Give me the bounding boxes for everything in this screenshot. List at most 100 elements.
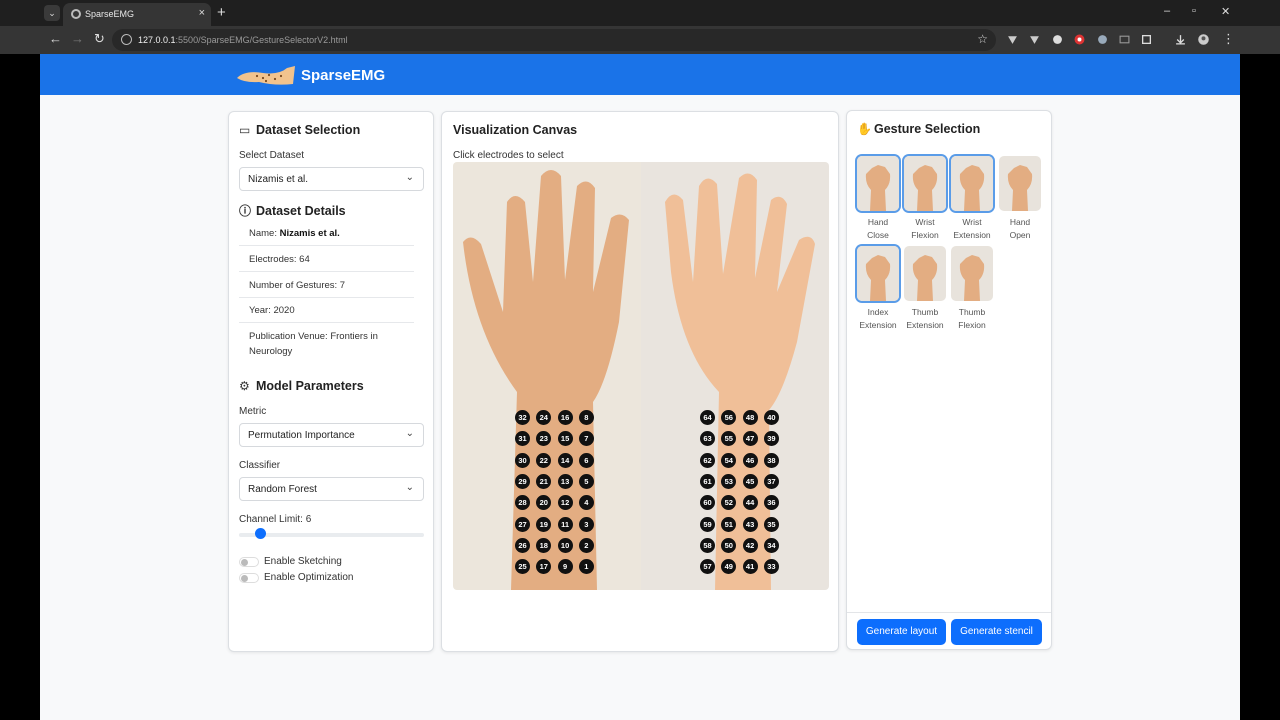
reload-icon[interactable]: ↻: [94, 32, 105, 46]
app-brand[interactable]: SparseEMG: [301, 67, 385, 84]
slider-thumb[interactable]: [255, 528, 266, 539]
gesture-thumb-flexion[interactable]: Thumb Flexion: [951, 246, 993, 330]
browser-tab[interactable]: SparseEMG ×: [63, 3, 211, 26]
electrode-18[interactable]: 18: [536, 537, 552, 553]
gesture-wrist-flexion[interactable]: Wrist Flexion: [904, 156, 946, 240]
electrode-13[interactable]: 13: [557, 473, 573, 489]
electrode-54[interactable]: 54: [721, 452, 737, 468]
electrode-8[interactable]: 8: [578, 410, 594, 425]
new-tab-button[interactable]: +: [217, 4, 226, 21]
extension-icon[interactable]: [1097, 34, 1108, 45]
gesture-thumb-extension[interactable]: Thumb Extension: [904, 246, 946, 330]
electrode-48[interactable]: 48: [742, 410, 758, 425]
menu-kebab-icon[interactable]: ⋮: [1222, 32, 1235, 46]
download-icon[interactable]: [1175, 34, 1186, 45]
profile-avatar-icon[interactable]: [1198, 34, 1209, 45]
electrode-10[interactable]: 10: [557, 537, 573, 553]
dataset-select[interactable]: Nizamis et al. ⌄: [239, 167, 424, 191]
gesture-label: Hand Open: [989, 216, 1051, 242]
gesture-wrist-extension[interactable]: Wrist Extension: [951, 156, 993, 240]
electrode-15[interactable]: 15: [557, 431, 573, 447]
gesture-thumbnail[interactable]: [857, 246, 899, 301]
gesture-hand-open[interactable]: Hand Open: [999, 156, 1041, 240]
electrode-30[interactable]: 30: [515, 452, 530, 468]
electrode-6[interactable]: 6: [578, 452, 594, 468]
gesture-thumbnail[interactable]: [951, 246, 993, 301]
gesture-thumbnail[interactable]: [857, 156, 899, 211]
electrode-47[interactable]: 47: [742, 431, 758, 447]
electrode-57[interactable]: 57: [700, 559, 715, 575]
electrode-58[interactable]: 58: [700, 537, 715, 553]
electrode-16[interactable]: 16: [557, 410, 573, 425]
electrode-5[interactable]: 5: [578, 473, 594, 489]
visualization-canvas[interactable]: 32 24 16 8 31 23 15 7 30 22 14 6 29 21 13 5 28 20 12 4 27 19 1…: [453, 162, 829, 590]
electrode-43[interactable]: 43: [742, 516, 758, 532]
generate-stencil-button[interactable]: Generate stencil: [951, 619, 1042, 645]
electrode-51[interactable]: 51: [721, 516, 737, 532]
electrode-35[interactable]: 35: [763, 516, 779, 532]
sketching-toggle[interactable]: [239, 557, 259, 567]
site-info-icon[interactable]: [121, 34, 132, 45]
electrode-22[interactable]: 22: [536, 452, 552, 468]
electrode-32[interactable]: 32: [515, 410, 530, 425]
extension-icon[interactable]: [1052, 34, 1063, 45]
extension-icon[interactable]: [1029, 34, 1040, 45]
electrode-41[interactable]: 41: [742, 559, 758, 575]
electrode-45[interactable]: 45: [742, 473, 758, 489]
electrode-50[interactable]: 50: [721, 537, 737, 553]
electrode-34[interactable]: 34: [763, 537, 779, 553]
electrode-42[interactable]: 42: [742, 537, 758, 553]
electrode-36[interactable]: 36: [763, 495, 779, 511]
extension-icon[interactable]: [1074, 34, 1085, 45]
extensions-puzzle-icon[interactable]: [1141, 34, 1152, 45]
electrode-12[interactable]: 12: [557, 495, 573, 511]
gesture-thumbnail[interactable]: [999, 156, 1041, 211]
minimize-icon[interactable]: –: [1164, 5, 1170, 17]
gesture-hand-close[interactable]: Hand Close: [857, 156, 899, 240]
electrode-11[interactable]: 11: [557, 516, 573, 532]
electrode-27[interactable]: 27: [515, 516, 530, 532]
gesture-thumbnail[interactable]: [904, 156, 946, 211]
restore-icon[interactable]: ▫: [1192, 5, 1196, 17]
back-icon[interactable]: ←: [49, 32, 62, 46]
globe-icon: [71, 9, 81, 19]
gesture-thumbnail[interactable]: [904, 246, 946, 301]
metric-select[interactable]: Permutation Importance ⌄: [239, 423, 424, 447]
classifier-select[interactable]: Random Forest ⌄: [239, 477, 424, 501]
tab-list-icon[interactable]: ⌄: [44, 5, 60, 21]
electrode-62[interactable]: 62: [700, 452, 715, 468]
extension-icon[interactable]: [1007, 34, 1018, 45]
electrode-64[interactable]: 64: [700, 410, 715, 425]
electrode-14[interactable]: 14: [557, 452, 573, 468]
electrode-9[interactable]: 9: [557, 559, 573, 575]
close-window-icon[interactable]: ✕: [1221, 5, 1230, 18]
optimization-toggle[interactable]: [239, 573, 259, 583]
electrode-26[interactable]: 26: [515, 537, 530, 553]
electrode-19[interactable]: 19: [536, 516, 552, 532]
electrode-38[interactable]: 38: [763, 452, 779, 468]
hand-icon: ✋: [857, 122, 872, 136]
electrode-4[interactable]: 4: [578, 495, 594, 511]
electrode-40[interactable]: 40: [763, 410, 779, 425]
mail-icon[interactable]: [1119, 34, 1130, 45]
electrode-29[interactable]: 29: [515, 473, 530, 489]
chevron-down-icon: ⌄: [405, 428, 414, 439]
electrode-46[interactable]: 46: [742, 452, 758, 468]
electrode-25[interactable]: 25: [515, 559, 530, 575]
bookmark-star-icon[interactable]: ☆: [977, 32, 988, 46]
channel-limit-slider[interactable]: [239, 533, 424, 537]
electrode-37[interactable]: 37: [763, 473, 779, 489]
electrode-33[interactable]: 33: [763, 559, 779, 575]
electrode-61[interactable]: 61: [700, 473, 715, 489]
electrode-3[interactable]: 3: [578, 516, 594, 532]
forward-icon[interactable]: →: [71, 32, 84, 46]
electrode-59[interactable]: 59: [700, 516, 715, 532]
gesture-thumbnail[interactable]: [951, 156, 993, 211]
electrode-1[interactable]: 1: [578, 559, 594, 575]
gesture-index-extension[interactable]: Index Extension: [857, 246, 899, 330]
address-bar[interactable]: 127.0.0.1:5500/SparseEMG/GestureSelector…: [112, 29, 996, 51]
generate-layout-button[interactable]: Generate layout: [857, 619, 946, 645]
close-tab-icon[interactable]: ×: [199, 7, 205, 19]
electrode-44[interactable]: 44: [742, 495, 758, 511]
electrode-2[interactable]: 2: [578, 537, 594, 553]
